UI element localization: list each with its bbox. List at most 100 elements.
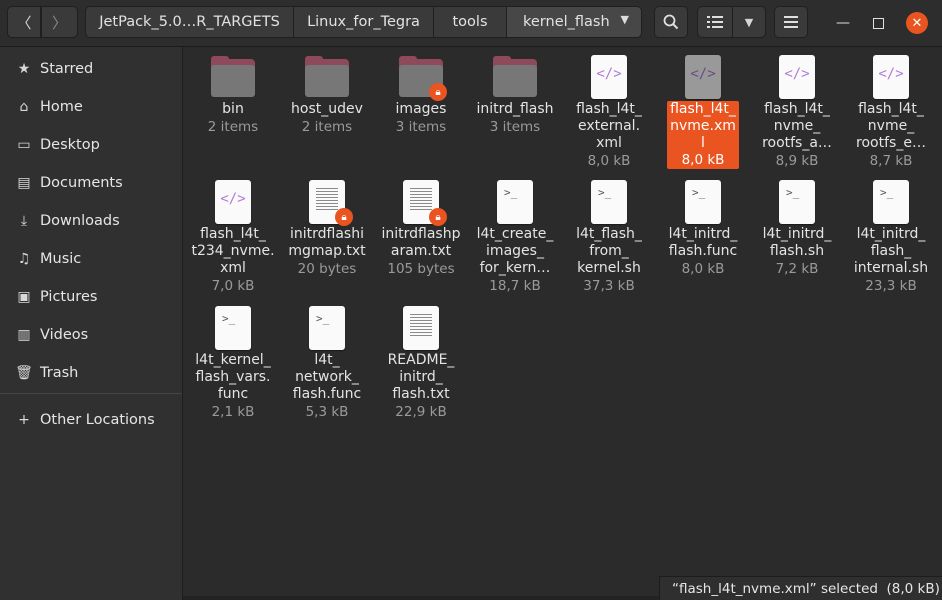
file-meta: 23,3 kB — [865, 278, 917, 294]
file-name: l4t_ network_ flash.func — [292, 352, 362, 402]
folder-icon: 🔒︎ — [399, 55, 447, 101]
file-item-initrdflashparam-txt[interactable]: 🔒︎ initrdflashp aram.txt 105 bytes — [374, 180, 468, 278]
minimize-button[interactable]: — — [832, 12, 854, 34]
file-item-flash-l4t-nvme-rootfs-e[interactable]: </> flash_l4t_ nvme_ rootfs_e… 8,7 kB — [844, 55, 938, 170]
xml-file-icon: </> — [775, 55, 819, 99]
sidebar-item-documents[interactable]: ▤ Documents — [0, 166, 182, 200]
trash-icon: 🗑︎ — [15, 365, 33, 381]
folder-icon — [305, 55, 349, 99]
sidebar-item-label: Videos — [40, 327, 89, 343]
selection-status: “flash_l4t_nvme.xml” selected (8,0 kB) — [659, 576, 942, 600]
breadcrumb: JetPack_5.0…R_TARGETS Linux_for_Tegra to… — [85, 6, 642, 38]
script-file-icon: >_ — [211, 306, 255, 350]
sidebar-item-videos[interactable]: ▥ Videos — [0, 318, 182, 352]
sidebar-item-pictures[interactable]: ▣ Pictures — [0, 280, 182, 314]
file-name: initrdflashi mgmap.txt — [288, 226, 366, 259]
main-menu-button[interactable] — [774, 6, 808, 38]
file-meta: 8,7 kB — [869, 153, 913, 169]
file-name: flash_l4t_ nvme_ rootfs_a… — [762, 101, 832, 151]
maximize-icon — [872, 17, 884, 29]
sidebar-item-starred[interactable]: ★ Starred — [0, 52, 182, 86]
view-options-button[interactable]: ▼ — [732, 6, 766, 38]
xml-file-icon: </> — [681, 55, 725, 99]
file-item-l4t-create-images-for-kern[interactable]: >_ l4t_create_ images_ for_kern… 18,7 kB — [468, 180, 562, 295]
maximize-button[interactable] — [867, 12, 889, 34]
file-item-flash-l4t-nvme-rootfs-a[interactable]: </> flash_l4t_ nvme_ rootfs_a… 8,9 kB — [750, 55, 844, 170]
breadcrumb-label: JetPack_5.0…R_TARGETS — [99, 14, 280, 30]
file-meta: 18,7 kB — [489, 278, 541, 294]
breadcrumb-item-linux-for-tegra[interactable]: Linux_for_Tegra — [293, 6, 434, 38]
minimize-icon: — — [836, 15, 850, 31]
sidebar-item-trash[interactable]: 🗑︎ Trash — [0, 356, 182, 390]
folder-item-host-udev[interactable]: host_udev 2 items — [280, 55, 374, 136]
file-meta: 3 items — [395, 119, 447, 135]
file-item-initrdflashimgmap-txt[interactable]: 🔒︎ initrdflashi mgmap.txt 20 bytes — [280, 180, 374, 278]
folder-icon — [211, 55, 255, 99]
file-meta: 2,1 kB — [211, 404, 255, 420]
list-view-button[interactable] — [697, 6, 733, 38]
file-item-l4t-network-flash-func[interactable]: >_ l4t_ network_ flash.func 5,3 kB — [280, 306, 374, 421]
star-icon: ★ — [17, 61, 31, 77]
lock-icon: 🔒︎ — [335, 208, 353, 226]
chevron-left-icon: 〈 — [16, 13, 32, 32]
file-meta: 37,3 kB — [583, 278, 635, 294]
forward-button[interactable]: 〉 — [41, 6, 78, 38]
file-item-flash-l4t-t234-nvme-xml[interactable]: </> flash_l4t_ t234_nvme. xml 7,0 kB — [186, 180, 280, 295]
sidebar-item-home[interactable]: ⌂ Home — [0, 90, 182, 124]
back-button[interactable]: 〈 — [7, 6, 41, 38]
breadcrumb-item-jetpack[interactable]: JetPack_5.0…R_TARGETS — [85, 6, 294, 38]
plus-icon: + — [18, 412, 30, 428]
music-icon: ♫ — [17, 251, 31, 267]
file-meta: 2 items — [207, 119, 259, 135]
sidebar-item-downloads[interactable]: ⤓ Downloads — [0, 204, 182, 238]
file-grid: bin 2 items host_udev 2 items 🔒︎ images … — [183, 47, 942, 600]
xml-file-icon: </> — [587, 55, 631, 99]
file-item-flash-l4t-nvme-xml[interactable]: </> flash_l4t_ nvme.xml 8,0 kB — [656, 55, 750, 169]
sidebar-item-label: Music — [40, 251, 82, 267]
file-meta: 8,0 kB — [587, 153, 631, 169]
breadcrumb-item-kernel-flash[interactable]: kernel_flash ▼ — [506, 6, 642, 38]
sidebar-item-label: Pictures — [40, 289, 98, 305]
file-name: images — [395, 101, 447, 117]
breadcrumb-item-tools[interactable]: tools — [433, 6, 507, 38]
file-meta: 7,2 kB — [775, 261, 819, 277]
sidebar-item-label: Trash — [40, 365, 79, 381]
breadcrumb-label: kernel_flash — [523, 14, 610, 30]
close-button[interactable]: ✕ — [906, 12, 928, 34]
chevron-right-icon: 〉 — [51, 13, 67, 32]
file-name: l4t_flash_ from_ kernel.sh — [576, 226, 642, 276]
sidebar-item-desktop[interactable]: ▭ Desktop — [0, 128, 182, 162]
breadcrumb-label: Linux_for_Tegra — [307, 14, 420, 30]
script-file-icon: >_ — [305, 306, 349, 350]
file-meta: 105 bytes — [387, 261, 455, 277]
breadcrumb-label: tools — [452, 14, 488, 30]
file-item-l4t-initrd-flash-func[interactable]: >_ l4t_initrd_ flash.func 8,0 kB — [656, 180, 750, 278]
file-item-readme-initrd-flash-txt[interactable]: README_ initrd_ flash.txt 22,9 kB — [374, 306, 468, 421]
file-item-l4t-initrd-flash-internal-sh[interactable]: >_ l4t_initrd_ flash_ internal.sh 23,3 k… — [844, 180, 938, 295]
folder-item-initrd-flash[interactable]: initrd_flash 3 items — [468, 55, 562, 136]
file-name: initrd_flash — [476, 101, 554, 117]
folder-item-bin[interactable]: bin 2 items — [186, 55, 280, 136]
documents-icon: ▤ — [17, 175, 31, 191]
file-name: README_ initrd_ flash.txt — [387, 352, 455, 402]
sidebar-item-label: Starred — [40, 61, 94, 77]
file-name: l4t_kernel_ flash_vars. func — [195, 352, 271, 402]
file-name: flash_l4t_ t234_nvme. xml — [191, 226, 275, 276]
search-button[interactable] — [654, 6, 688, 38]
file-item-flash-l4t-external-xml[interactable]: </> flash_l4t_ external. xml 8,0 kB — [562, 55, 656, 170]
sidebar-item-label: Documents — [40, 175, 123, 191]
sidebar-item-other-locations[interactable]: + Other Locations — [0, 403, 182, 437]
status-text: “flash_l4t_nvme.xml” selected (8,0 kB) — [672, 580, 940, 597]
file-item-l4t-flash-from-kernel-sh[interactable]: >_ l4t_flash_ from_ kernel.sh 37,3 kB — [562, 180, 656, 295]
file-meta: 8,9 kB — [775, 153, 819, 169]
sidebar-item-music[interactable]: ♫ Music — [0, 242, 182, 276]
folder-item-images[interactable]: 🔒︎ images 3 items — [374, 55, 468, 136]
file-item-l4t-kernel-flash-vars-func[interactable]: >_ l4t_kernel_ flash_vars. func 2,1 kB — [186, 306, 280, 421]
sidebar: ★ Starred ⌂ Home ▭ Desktop ▤ Documents ⤓… — [0, 47, 183, 600]
chevron-down-icon: ▼ — [744, 15, 754, 29]
list-view-icon — [707, 16, 723, 28]
header-bar: 〈 〉 JetPack_5.0…R_TARGETS Linux_for_Tegr… — [0, 0, 942, 47]
xml-file-icon: </> — [869, 55, 913, 99]
file-item-l4t-initrd-flash-sh[interactable]: >_ l4t_initrd_ flash.sh 7,2 kB — [750, 180, 844, 278]
file-meta: 2 items — [301, 119, 353, 135]
